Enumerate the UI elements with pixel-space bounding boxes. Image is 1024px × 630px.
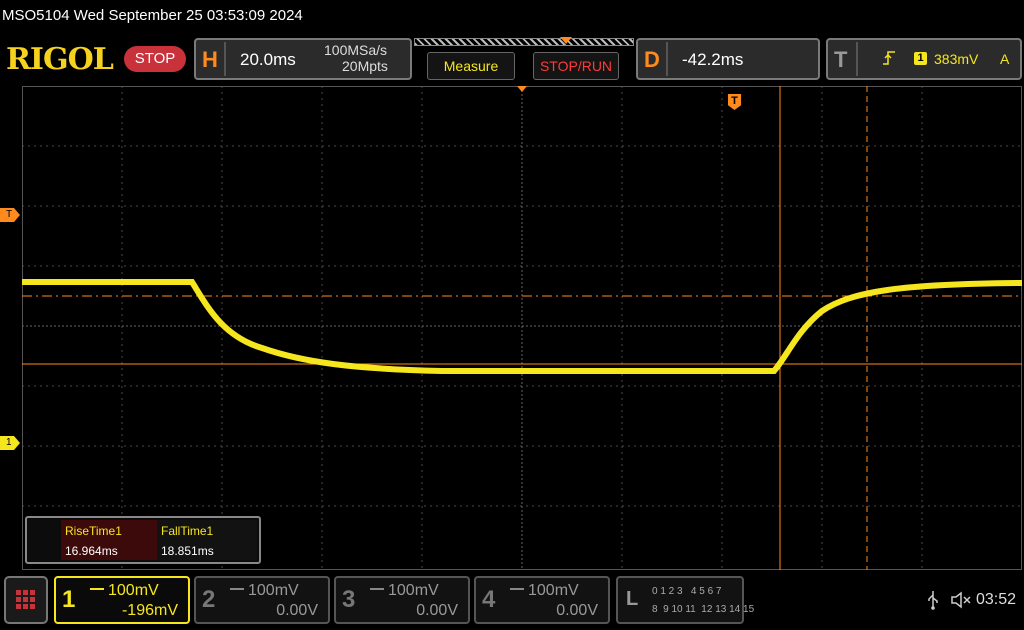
- rigol-logo: RIGOL: [6, 42, 114, 77]
- trigger-level: 383mV: [934, 51, 979, 67]
- rising-edge-icon: [883, 51, 895, 65]
- divider: [666, 42, 668, 76]
- usb-icon[interactable]: [926, 590, 940, 610]
- channel2-panel[interactable]: 2 100mV 0.00V: [194, 576, 330, 624]
- stop-run-button[interactable]: STOP/RUN: [533, 52, 619, 80]
- fall-time-value: 18.851ms: [161, 544, 214, 558]
- delay-letter: D: [644, 47, 660, 72]
- delay-value: -42.2ms: [682, 50, 744, 69]
- logic-letter: L: [626, 588, 639, 610]
- logic-bits-low: 0 1 2 3 4 5 6 7: [652, 586, 722, 597]
- channel1-offset-marker[interactable]: 1: [0, 436, 20, 450]
- horizontal-panel[interactable]: H 20.0ms 100MSa/s 20Mpts: [194, 38, 412, 80]
- memory-depth: 20Mpts: [342, 58, 388, 74]
- coupling-icon: [370, 588, 384, 596]
- status-line: MSO5104 Wed September 25 03:53:09 2024: [0, 0, 1024, 34]
- coupling-icon: [90, 588, 104, 596]
- channel2-scale: 100mV: [248, 582, 299, 599]
- channel3-number: 3: [342, 586, 356, 613]
- clock: 03:52: [976, 591, 1017, 608]
- trigger-letter: T: [834, 47, 848, 72]
- fall-time-label: FallTime1: [161, 524, 214, 538]
- logic-bits-high: 8 9 10 11 12 13 14 15: [652, 604, 755, 615]
- trigger-source-badge: 1: [914, 52, 927, 65]
- measure-button[interactable]: Measure: [427, 52, 515, 80]
- channel3-offset: 0.00V: [416, 602, 458, 619]
- coupling-icon: [510, 588, 524, 596]
- coupling-icon: [230, 588, 244, 596]
- rise-time-value: 16.964ms: [65, 544, 118, 558]
- divider: [224, 42, 226, 76]
- channel3-scale: 100mV: [388, 582, 439, 599]
- channel3-panel[interactable]: 3 100mV 0.00V: [334, 576, 470, 624]
- delay-panel[interactable]: D -42.2ms: [636, 38, 820, 80]
- channel1-offset: -196mV: [121, 602, 178, 619]
- trigger-panel[interactable]: T 1 383mV A: [826, 38, 1022, 80]
- timebase-value: 20.0ms: [240, 50, 296, 69]
- channel2-number: 2: [202, 586, 216, 613]
- memory-overview-bar: [414, 38, 634, 46]
- channel4-number: 4: [482, 586, 496, 613]
- channel1-number: 1: [62, 586, 76, 613]
- channel4-offset: 0.00V: [556, 602, 598, 619]
- measurement-panel[interactable]: RiseTime1 16.964ms FallTime1 18.851ms: [25, 516, 261, 564]
- menu-button[interactable]: [4, 576, 48, 624]
- overview-position-icon: [560, 37, 572, 44]
- channel2-offset: 0.00V: [276, 602, 318, 619]
- grid-menu-icon: [16, 590, 35, 609]
- rise-time-label: RiseTime1: [65, 524, 122, 538]
- channel1-panel[interactable]: 1 100mV -196mV: [54, 576, 190, 624]
- waveform-display[interactable]: [22, 86, 1022, 570]
- channel4-scale: 100mV: [528, 582, 579, 599]
- channel1-scale: 100mV: [108, 582, 159, 599]
- channel4-panel[interactable]: 4 100mV 0.00V: [474, 576, 610, 624]
- sample-rate: 100MSa/s: [324, 42, 388, 58]
- trigger-level-marker[interactable]: T: [0, 208, 20, 222]
- logic-analyzer-panel[interactable]: L 0 1 2 3 4 5 6 7 8 9 10 11 12 13 14 15: [616, 576, 754, 624]
- divider: [856, 42, 858, 76]
- trigger-mode: A: [1000, 51, 1010, 67]
- run-state-badge[interactable]: STOP: [124, 46, 186, 72]
- speaker-muted-icon[interactable]: [950, 590, 972, 610]
- horizontal-letter: H: [202, 47, 218, 72]
